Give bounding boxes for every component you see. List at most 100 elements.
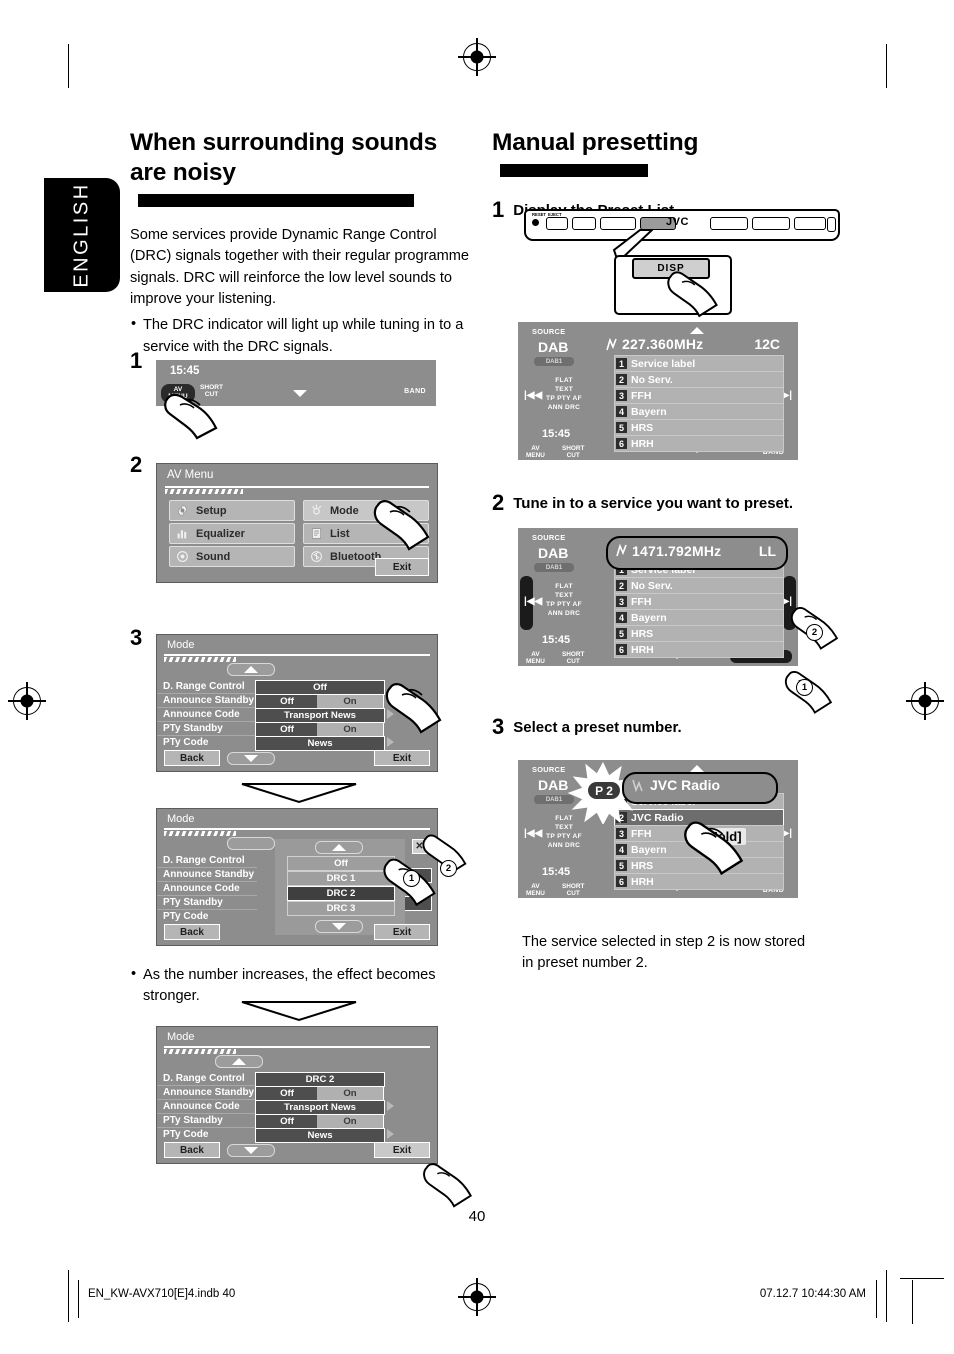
selected-service-label: JVC Radio xyxy=(650,777,721,793)
shortcut-button[interactable]: SHORT CUT xyxy=(562,883,584,897)
registration-mark-top xyxy=(458,38,496,76)
tp-button[interactable] xyxy=(572,217,596,230)
chevron-right-icon[interactable] xyxy=(387,1129,394,1139)
footer-divider-right xyxy=(876,1280,877,1318)
mode-row-value-on[interactable]: On xyxy=(317,694,384,709)
av-menu-button[interactable]: AV MENU xyxy=(526,651,545,665)
scroll-up-button[interactable] xyxy=(227,837,275,850)
preset-row[interactable]: 2 No Serv. xyxy=(614,577,784,594)
mode-row-value-off[interactable]: Off xyxy=(255,722,319,737)
preset-name: HRH xyxy=(631,875,654,888)
indicator-text: TEXT xyxy=(554,824,574,831)
preset-number: 6 xyxy=(616,876,627,887)
mode-row-value[interactable]: News xyxy=(255,736,385,751)
preset-row[interactable]: 3 FFH xyxy=(614,593,784,610)
dropdown-scroll-down[interactable] xyxy=(315,920,363,933)
av-menu-button[interactable]: AV MENU xyxy=(526,883,545,897)
mode-row-value-on[interactable]: On xyxy=(317,1114,384,1129)
scroll-down-button[interactable] xyxy=(227,1144,275,1157)
tilt-open-button[interactable] xyxy=(794,217,826,230)
mode-exit-button[interactable]: Exit xyxy=(374,924,430,940)
right-step-3: 3 Select a preset number. xyxy=(492,716,840,738)
mode-row-value-on[interactable]: On xyxy=(317,1086,384,1101)
preset-name: HRS xyxy=(631,421,654,434)
reset-dot-button[interactable] xyxy=(532,219,539,226)
mode-row-value[interactable]: News xyxy=(255,1128,385,1143)
mode-back-button[interactable]: Back xyxy=(164,924,220,940)
heading-rule xyxy=(500,163,648,177)
mode-row-value[interactable]: Transport News xyxy=(255,708,385,723)
scroll-up-button[interactable] xyxy=(227,663,275,676)
mode-row-value[interactable]: Transport News xyxy=(255,1100,385,1115)
band-name: DAB xyxy=(538,339,569,355)
indicator-flat: FLAT xyxy=(555,377,573,384)
mode-back-button[interactable]: Back xyxy=(164,750,220,766)
caret-up-icon xyxy=(232,1058,246,1065)
mode-exit-button[interactable]: Exit xyxy=(374,750,430,766)
av-menu-line2: MENU xyxy=(526,889,545,897)
chevron-right-icon[interactable] xyxy=(387,1101,394,1111)
section-heading-right-text: Manual presetting xyxy=(492,129,699,156)
slot-indicator xyxy=(827,217,836,232)
scroll-up-button[interactable] xyxy=(215,1055,263,1068)
preset-row[interactable]: 3 FFH xyxy=(614,387,784,404)
scroll-down-icon[interactable] xyxy=(293,390,307,397)
eject-button[interactable] xyxy=(546,217,568,230)
scroll-up-icon[interactable] xyxy=(690,765,704,772)
preset-row[interactable]: 1 Service label xyxy=(614,355,784,372)
shortcut-button[interactable]: SHORT CUT xyxy=(562,651,584,665)
mode-row-value[interactable]: Off xyxy=(255,680,385,695)
av-menu-item-sound[interactable]: Sound xyxy=(169,546,295,567)
mode-row-value-off[interactable]: Off xyxy=(255,694,319,709)
indicator-text: TEXT xyxy=(554,386,574,393)
title-divider xyxy=(164,654,430,656)
skip-previous-icon[interactable]: |◀◀ xyxy=(524,390,542,401)
reset-label: RESET xyxy=(532,212,546,217)
volume-up-button[interactable] xyxy=(752,217,790,230)
preset-row[interactable]: 6 HRH xyxy=(614,641,784,658)
preset-row[interactable]: 4 Bayern xyxy=(614,609,784,626)
band-button[interactable]: BAND xyxy=(404,388,426,395)
right-step-2-block: 2 Tune in to a service you want to prese… xyxy=(492,488,840,514)
skip-previous-icon[interactable]: |◀◀ xyxy=(524,828,542,839)
mode-row-value-off[interactable]: Off xyxy=(255,1086,319,1101)
language-tab-label: ENGLISH xyxy=(70,182,93,288)
av-menu-exit-button[interactable]: Exit xyxy=(375,558,429,576)
registration-mark-right xyxy=(906,682,944,720)
preset-number: 3 xyxy=(616,596,627,607)
preset-number: 6 xyxy=(616,438,627,449)
chevron-right-icon[interactable] xyxy=(387,737,394,747)
scroll-up-icon[interactable] xyxy=(690,327,704,334)
shortcut-button[interactable]: SHORT CUT xyxy=(562,445,584,459)
crop-mark-bl-v xyxy=(68,1270,70,1322)
preset-badge-label: P 2 xyxy=(595,783,613,798)
preset-row[interactable]: 6 HRH xyxy=(614,435,784,452)
av-menu-button[interactable]: AV MENU xyxy=(526,445,545,459)
mode-row-value-on[interactable]: On xyxy=(317,722,384,737)
preset-row[interactable]: 4 Bayern xyxy=(614,403,784,420)
av-menu-item-setup[interactable]: Setup xyxy=(169,500,295,521)
mode-exit-button[interactable]: Exit xyxy=(374,1142,430,1158)
mode-row-value[interactable]: DRC 2 xyxy=(255,1072,385,1087)
crop-mark-right-v xyxy=(912,1280,914,1324)
skip-previous-icon[interactable]: |◀◀ xyxy=(524,596,542,607)
indicator-text: TEXT xyxy=(554,592,574,599)
hand-cursor-disp xyxy=(667,271,718,318)
av-menu-item-equalizer[interactable]: Equalizer xyxy=(169,523,295,544)
preset-name: Bayern xyxy=(631,843,667,856)
volume-down-button[interactable] xyxy=(710,217,748,230)
preset-number: 5 xyxy=(616,422,627,433)
preset-row[interactable]: 2 No Serv. xyxy=(614,371,784,388)
preset-row[interactable]: 5 HRS xyxy=(614,419,784,436)
dab-preset-screen-2: SOURCE DAB DAB1 FLAT TEXT TP PTY AF ANN … xyxy=(518,528,798,666)
scroll-down-button[interactable] xyxy=(227,752,275,765)
section-heading-left: When surrounding sounds are noisy xyxy=(130,128,472,218)
mode-back-button[interactable]: Back xyxy=(164,1142,220,1158)
band-sub-label: DAB1 xyxy=(534,563,574,572)
hatch-decoration xyxy=(165,489,243,494)
preset-row[interactable]: 5 HRS xyxy=(614,625,784,642)
preset-name: HRH xyxy=(631,437,654,450)
mode-row-value-off[interactable]: Off xyxy=(255,1114,319,1129)
brightness-icon xyxy=(312,504,322,515)
dropdown-scroll-up[interactable] xyxy=(315,841,363,854)
